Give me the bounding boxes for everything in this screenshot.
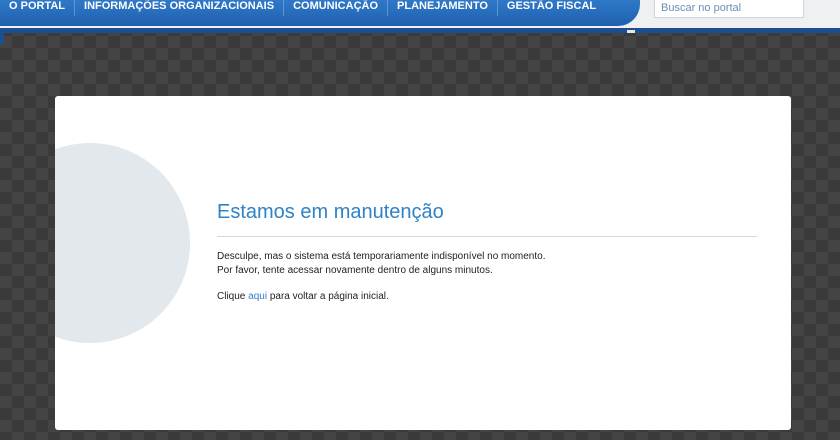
page-title: Estamos em manutenção	[217, 201, 444, 223]
back-home-suffix: para voltar a página inicial.	[269, 291, 389, 302]
nav-item-planejamento[interactable]: PLANEJAMENTO	[388, 0, 498, 16]
message-line-2: Por favor, tente acessar novamente dentr…	[217, 265, 493, 276]
header-divider	[0, 28, 840, 33]
maintenance-card: Estamos em manutenção Desculpe, mas o si…	[55, 96, 791, 430]
nav-item-comunicacao[interactable]: COMUNICAÇÃO	[284, 0, 389, 16]
nav-item-o-portal[interactable]: O PORTAL	[0, 0, 76, 16]
header-divider-edge	[0, 28, 4, 44]
header-notch	[627, 30, 635, 33]
main-navigation: O PORTAL INFORMAÇÕES ORGANIZACIONAIS COM…	[0, 0, 640, 26]
nav-item-informacoes-organizacionais[interactable]: INFORMAÇÕES ORGANIZACIONAIS	[75, 0, 285, 16]
back-home-link[interactable]: aqui	[248, 291, 267, 302]
message-line-1: Desculpe, mas o sistema está temporariam…	[217, 251, 546, 262]
exclamation-icon	[55, 143, 190, 343]
title-divider	[217, 236, 757, 237]
back-home-text: Clique aqui para voltar a página inicial…	[217, 290, 389, 304]
search-input[interactable]	[654, 0, 804, 18]
nav-item-gestao-fiscal[interactable]: GESTÃO FISCAL	[498, 0, 605, 16]
top-header: O PORTAL INFORMAÇÕES ORGANIZACIONAIS COM…	[0, 0, 840, 30]
back-home-prefix: Clique	[217, 291, 246, 302]
